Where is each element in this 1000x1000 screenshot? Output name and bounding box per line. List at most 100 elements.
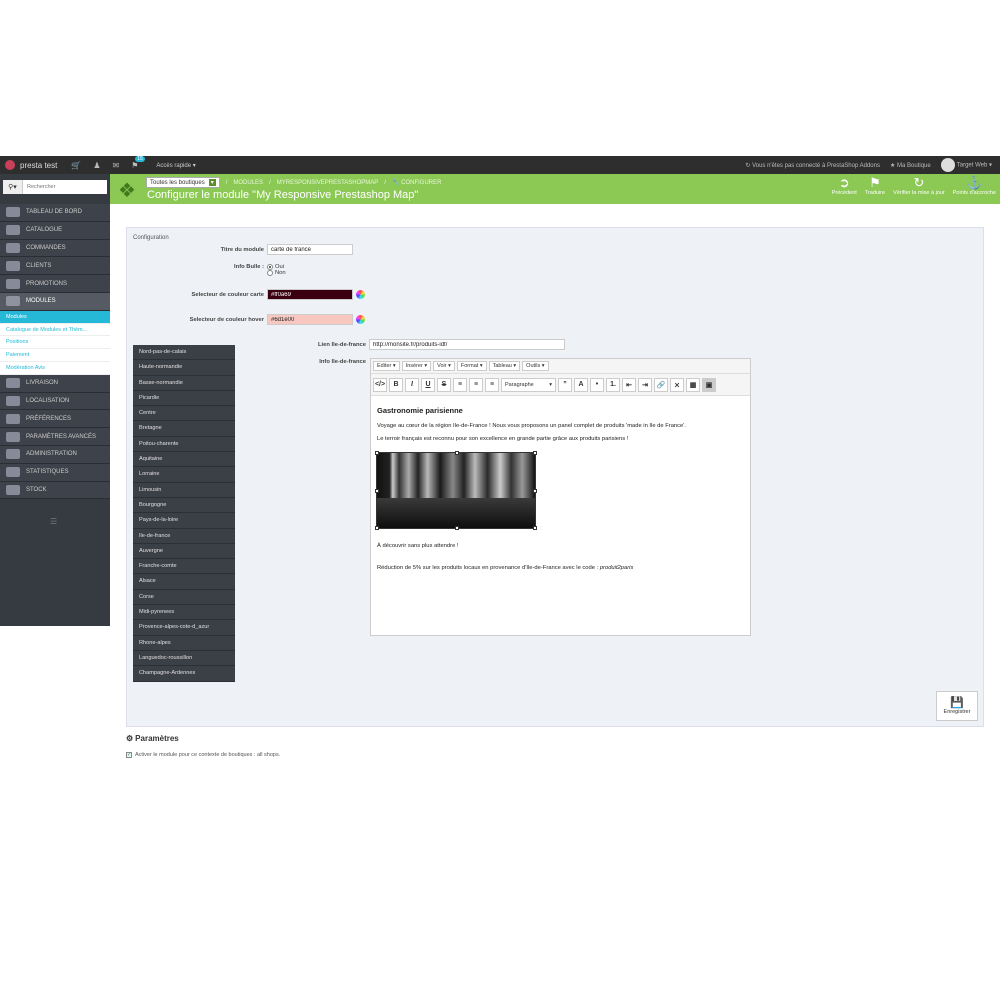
region-item[interactable]: Nord-pas-de-calais [133, 345, 235, 361]
sidebar-item-dashboard[interactable]: TABLEAU DE BORD [0, 204, 110, 222]
resize-handle[interactable] [375, 451, 379, 455]
translate-button[interactable]: ⚑ Traduire [865, 176, 885, 197]
search-icon[interactable]: ⚲▾ [3, 180, 23, 194]
menu-view[interactable]: Voir ▾ [433, 361, 455, 371]
resize-handle[interactable] [455, 526, 459, 530]
region-item[interactable]: Haute-normandie [133, 360, 235, 376]
addons-link[interactable]: ↻ Vous n'êtes pas connecté à PrestaShop … [745, 162, 880, 169]
color-wheel-icon[interactable] [356, 290, 365, 299]
submenu-item-positions[interactable]: Positions [0, 336, 110, 350]
region-item[interactable]: Languedoc-roussillon [133, 650, 235, 667]
back-button[interactable]: ➲ Précédent [832, 176, 857, 197]
indent-icon[interactable]: ⇥ [638, 377, 652, 392]
align-center-icon[interactable]: ≡ [469, 377, 483, 392]
title-input[interactable] [267, 244, 353, 255]
submenu-item-reviews[interactable]: Modération Avis [0, 362, 110, 375]
outdent-icon[interactable]: ⇤ [622, 377, 636, 392]
sidebar-item-modules[interactable]: MODULES [0, 292, 110, 311]
check-update-button[interactable]: ↻ Vérifier la mise à jour [893, 176, 945, 197]
link-icon[interactable]: 🔗 [654, 377, 668, 392]
quick-access-menu[interactable]: Accès rapide ▾ [156, 162, 195, 169]
resize-handle[interactable] [375, 489, 379, 493]
menu-edit[interactable]: Editer ▾ [373, 361, 400, 371]
unlink-icon[interactable]: ⨯ [670, 377, 684, 392]
map-color-input[interactable] [267, 289, 353, 300]
resize-handle[interactable] [455, 451, 459, 455]
region-item[interactable]: Aquitaine [133, 452, 235, 468]
submenu-item-modules[interactable]: Modules [0, 310, 110, 324]
sidebar-item-promotions[interactable]: PROMOTIONS [0, 275, 110, 293]
shop-selector[interactable]: Toutes les boutiques ▾ [146, 177, 220, 188]
region-item[interactable]: Basse-normandie [133, 375, 235, 391]
sidebar-item-administration[interactable]: ADMINISTRATION [0, 445, 110, 464]
sidebar-item-shipping[interactable]: LIVRAISON [0, 374, 110, 393]
collapse-menu-icon[interactable]: ☰ [50, 517, 57, 526]
submenu-item-payment[interactable]: Paiement [0, 349, 110, 362]
source-code-icon[interactable]: </> [373, 377, 387, 392]
region-item[interactable]: Poitou-charente [133, 436, 235, 453]
editor-content[interactable]: Gastronomie parisienne Voyage au cœur de… [371, 396, 750, 584]
italic-icon[interactable]: I [405, 377, 419, 392]
region-item[interactable]: Centre [133, 406, 235, 422]
region-item[interactable]: Lorraine [133, 467, 235, 483]
region-item[interactable]: Midi-pyrenees [133, 605, 235, 621]
mail-icon[interactable]: ✉ [113, 161, 120, 170]
sidebar-item-localization[interactable]: LOCALISATION [0, 392, 110, 411]
region-item[interactable]: Provence-alpes-cote-d_azur [133, 620, 235, 636]
color-wheel-icon[interactable] [356, 315, 365, 324]
hooks-button[interactable]: ⚓ Points d'accroche [953, 176, 996, 197]
region-item[interactable]: Pays-de-la-loire [133, 513, 235, 529]
strikethrough-icon[interactable]: S [437, 377, 451, 392]
submenu-item-catalog[interactable]: Catalogue de Modules et Thèm... [0, 324, 110, 337]
numbered-list-icon[interactable]: 1. [606, 377, 620, 392]
region-item[interactable]: Corse [133, 589, 235, 606]
content-image[interactable] [375, 451, 537, 530]
sidebar-item-preferences[interactable]: PRÉFÉRENCES [0, 410, 110, 429]
breadcrumb-module[interactable]: MYRESPONSIVEPRESTASHOPMAP [277, 180, 379, 186]
sidebar-item-stats[interactable]: STATISTIQUES [0, 463, 110, 482]
search-input[interactable] [23, 180, 107, 194]
save-button[interactable]: 💾 Enregistrer [936, 691, 978, 721]
menu-insert[interactable]: Insérer ▾ [401, 361, 432, 371]
sidebar-item-catalog[interactable]: CATALOGUE [0, 221, 110, 240]
align-left-icon[interactable]: ≡ [453, 377, 467, 392]
underline-icon[interactable]: U [421, 377, 435, 392]
region-item[interactable]: Picardie [133, 390, 235, 407]
sidebar-item-customers[interactable]: CLIENTS [0, 257, 110, 276]
user-menu[interactable]: Target Web ▾ [940, 158, 992, 172]
media-icon[interactable]: ▦ [686, 377, 700, 392]
resize-handle[interactable] [375, 526, 379, 530]
bold-icon[interactable]: B [389, 377, 403, 392]
menu-format[interactable]: Format ▾ [456, 361, 487, 371]
notification-icon[interactable]: ⚑ 15 [131, 155, 145, 170]
region-item[interactable]: Champagne-Ardennes [133, 666, 235, 682]
resize-handle[interactable] [533, 489, 537, 493]
paragraph-select[interactable]: Paragraphe ▾ [501, 377, 556, 392]
bullet-list-icon[interactable]: • [590, 377, 604, 392]
sidebar-item-advanced[interactable]: PARAMÈTRES AVANCÉS [0, 428, 110, 446]
link-input[interactable] [369, 339, 565, 350]
region-item[interactable]: Franche-comte [133, 559, 235, 575]
menu-table[interactable]: Tableau ▾ [488, 361, 521, 371]
breadcrumb-modules[interactable]: MODULES [233, 180, 263, 186]
blockquote-icon[interactable]: ” [558, 377, 572, 392]
shop-name[interactable]: presta test [20, 161, 57, 170]
region-item[interactable]: Auvergne [133, 543, 235, 560]
sidebar-item-stock[interactable]: STOCK [0, 481, 110, 500]
my-shop-link[interactable]: ★ Ma Boutique [890, 162, 931, 169]
cart-icon[interactable]: 🛒 [71, 161, 81, 170]
region-item[interactable]: Ile-de-france [133, 528, 235, 544]
menu-tools[interactable]: Outils ▾ [522, 361, 549, 371]
image-icon[interactable]: ▣ [702, 377, 716, 392]
resize-handle[interactable] [533, 526, 537, 530]
region-item[interactable]: Bourgogne [133, 497, 235, 514]
text-color-icon[interactable]: A [574, 377, 588, 392]
sidebar-item-orders[interactable]: COMMANDES [0, 239, 110, 258]
hover-color-input[interactable] [267, 314, 353, 325]
region-item[interactable]: Bretagne [133, 421, 235, 437]
prestashop-logo[interactable] [0, 156, 20, 174]
region-item[interactable]: Alsace [133, 574, 235, 590]
resize-handle[interactable] [533, 451, 537, 455]
align-right-icon[interactable]: ≡ [485, 377, 499, 392]
region-item[interactable]: Limousin [133, 482, 235, 498]
